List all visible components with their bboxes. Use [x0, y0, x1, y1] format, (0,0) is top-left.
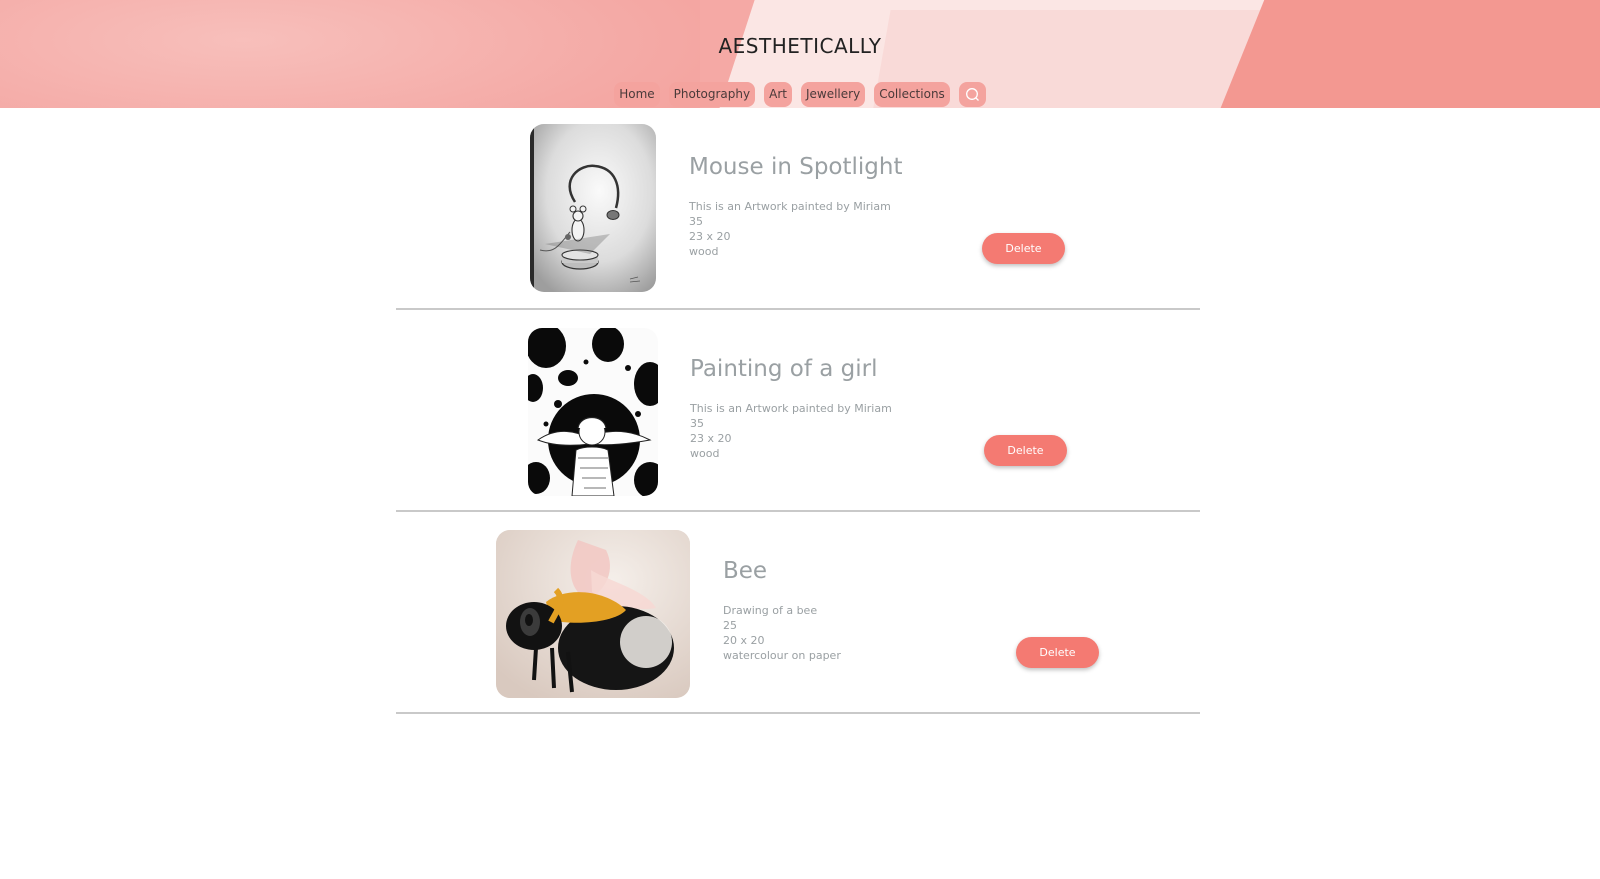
delete-button[interactable]: Delete: [982, 233, 1065, 264]
artwork-description: This is an Artwork painted by Miriam: [689, 200, 891, 213]
artwork-details: Drawing of a bee 25 20 x 20 watercolour …: [723, 603, 841, 663]
artwork-list-item: Mouse in Spotlight This is an Artwork pa…: [396, 124, 1200, 310]
artwork-material: watercolour on paper: [723, 649, 841, 662]
artwork-material: wood: [690, 447, 720, 460]
artwork-price: 35: [689, 215, 703, 228]
artwork-thumbnail-mouse[interactable]: [530, 124, 656, 292]
artwork-size: 23 x 20: [690, 432, 732, 445]
nav-item-collections[interactable]: Collections: [874, 82, 950, 107]
delete-button[interactable]: Delete: [1016, 637, 1099, 668]
artwork-price: 35: [690, 417, 704, 430]
artwork-price: 25: [723, 619, 737, 632]
artwork-material: wood: [689, 245, 719, 258]
nav-item-home[interactable]: Home: [614, 82, 660, 107]
artwork-title: Bee: [723, 558, 768, 584]
main-nav: Home Photography Art Jewellery Collectio…: [0, 82, 1600, 107]
item-divider: [396, 308, 1200, 310]
artwork-description: Drawing of a bee: [723, 604, 818, 617]
artwork-details: This is an Artwork painted by Miriam 35 …: [689, 199, 891, 259]
artwork-image: [530, 124, 656, 292]
delete-button[interactable]: Delete: [984, 435, 1067, 466]
artwork-thumbnail-girl[interactable]: [528, 328, 658, 496]
nav-item-art[interactable]: Art: [764, 82, 792, 107]
artwork-image: [528, 328, 658, 496]
artwork-thumbnail-bee[interactable]: [496, 530, 690, 698]
artwork-image: [496, 530, 690, 698]
artwork-list-item: Bee Drawing of a bee 25 20 x 20 watercol…: [396, 528, 1200, 714]
nav-item-jewellery[interactable]: Jewellery: [800, 82, 866, 107]
artwork-description: This is an Artwork painted by Miriam: [690, 402, 892, 415]
artwork-details: This is an Artwork painted by Miriam 35 …: [690, 401, 892, 461]
search-icon: [965, 88, 979, 101]
site-brand[interactable]: AESTHETICALLY: [0, 34, 1600, 58]
artwork-title: Mouse in Spotlight: [689, 154, 903, 180]
search-button[interactable]: [958, 82, 986, 107]
site-header: AESTHETICALLY Home Photography Art Jewel…: [0, 0, 1600, 108]
item-divider: [396, 510, 1200, 512]
item-divider: [396, 712, 1200, 714]
artwork-size: 20 x 20: [723, 634, 765, 647]
artwork-list-item: Painting of a girl This is an Artwork pa…: [396, 326, 1200, 512]
nav-item-photography[interactable]: Photography: [668, 82, 756, 107]
artwork-size: 23 x 20: [689, 230, 731, 243]
artwork-title: Painting of a girl: [690, 356, 878, 382]
